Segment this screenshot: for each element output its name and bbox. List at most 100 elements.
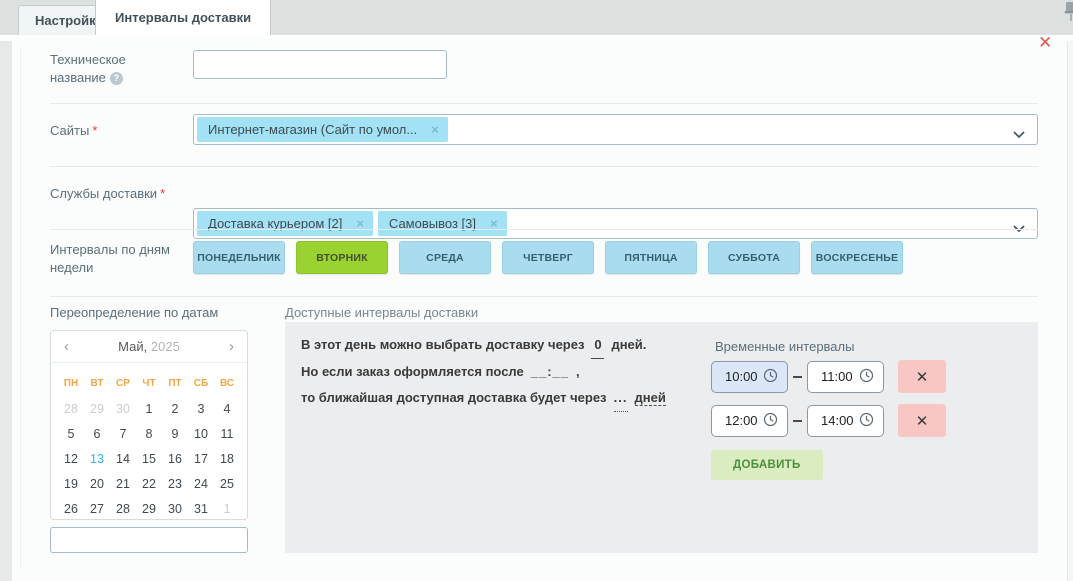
calendar-day[interactable]: 17	[188, 446, 214, 471]
calendar-day[interactable]: 8	[136, 421, 162, 446]
calendar-weekday-header: ВС	[214, 371, 240, 396]
calendar-day[interactable]: 9	[162, 421, 188, 446]
day-button-friday[interactable]: ПЯТНИЦА	[605, 241, 697, 274]
calendar-day[interactable]: 3	[188, 396, 214, 421]
override-date-input[interactable]	[50, 527, 248, 553]
interval-from-input[interactable]: 10:00	[711, 361, 788, 393]
day-button-saturday[interactable]: СУББОТА	[708, 241, 800, 274]
left-edge-strip	[0, 41, 12, 581]
calendar-year-label: 2025	[151, 339, 180, 354]
calendar-day[interactable]: 19	[58, 471, 84, 496]
calendar-day[interactable]: 23	[162, 471, 188, 496]
calendar-day[interactable]: 16	[162, 446, 188, 471]
pin-icon[interactable]	[1061, 1, 1073, 28]
time-interval-row: 10:00 11:00 ✕	[711, 360, 946, 393]
cutoff-time-editable[interactable]: __:__	[531, 359, 569, 385]
calendar-day[interactable]: 28	[58, 396, 84, 421]
delete-interval-button[interactable]: ✕	[898, 360, 946, 393]
calendar-day[interactable]: 1	[214, 496, 240, 520]
technical-name-input[interactable]	[193, 50, 447, 79]
help-icon[interactable]: ?	[110, 72, 123, 85]
time-value: 14:00	[821, 413, 854, 428]
scroll-track[interactable]	[1067, 41, 1073, 581]
calendar-day[interactable]: 29	[136, 496, 162, 520]
days-offset-editable[interactable]: 0	[591, 332, 604, 359]
calendar-day[interactable]: 30	[162, 496, 188, 520]
calendar-grid: ПН ВТ СР ЧТ ПТ СБ ВС 28 29 30 1 2 3 4 5 …	[51, 363, 247, 520]
divider	[50, 103, 1038, 104]
calendar-day[interactable]: 30	[110, 396, 136, 421]
calendar-weekday-header: ПН	[58, 371, 84, 396]
calendar-day[interactable]: 14	[110, 446, 136, 471]
tab-delivery-intervals[interactable]: Интервалы доставки	[95, 0, 271, 35]
remove-tag-icon[interactable]: ×	[431, 122, 439, 137]
calendar-day[interactable]: 20	[84, 471, 110, 496]
interval-dash	[793, 376, 802, 378]
delivery-services-label: Службы доставки*	[50, 185, 165, 203]
day-button-monday[interactable]: ПОНЕДЕЛЬНИК	[193, 241, 285, 274]
calendar-day[interactable]: 26	[58, 496, 84, 520]
day-button-sunday[interactable]: ВОСКРЕСЕНЬЕ	[811, 241, 903, 274]
calendar-day[interactable]: 10	[188, 421, 214, 446]
calendar-next-icon[interactable]: ›	[220, 339, 234, 354]
calendar-weekday-header: ЧТ	[136, 371, 162, 396]
sentence-line-1: В этот день можно выбрать доставку через…	[301, 332, 666, 359]
calendar-day[interactable]: 12	[58, 446, 84, 471]
sites-label-text: Сайты	[50, 123, 89, 138]
sentence-line-3: то ближайшая доступная доставка будет че…	[301, 385, 666, 412]
fallback-days-editable[interactable]: ...	[614, 385, 628, 412]
calendar-month-title[interactable]: Май, 2025	[78, 339, 220, 354]
sentence-text: Но если заказ оформляется после	[301, 364, 524, 379]
required-mark: *	[92, 123, 97, 138]
calendar-day[interactable]: 31	[188, 496, 214, 520]
add-interval-button[interactable]: ДОБАВИТЬ	[711, 450, 823, 480]
calendar-day[interactable]: 7	[110, 421, 136, 446]
calendar-weekday-header: СР	[110, 371, 136, 396]
calendar-day[interactable]: 25	[214, 471, 240, 496]
calendar-day[interactable]: 28	[110, 496, 136, 520]
calendar-day[interactable]: 4	[214, 396, 240, 421]
clock-icon	[763, 412, 778, 430]
calendar-day[interactable]: 27	[84, 496, 110, 520]
calendar-day[interactable]: 6	[84, 421, 110, 446]
calendar-day[interactable]: 22	[136, 471, 162, 496]
calendar-day[interactable]: 29	[84, 396, 110, 421]
weekday-buttons-row: ПОНЕДЕЛЬНИК ВТОРНИК СРЕДА ЧЕТВЕРГ ПЯТНИЦ…	[193, 241, 903, 274]
sites-multiselect[interactable]: Интернет-магазин (Сайт по умол... ×	[193, 114, 1038, 145]
site-tag: Интернет-магазин (Сайт по умол... ×	[197, 117, 448, 142]
calendar-day[interactable]: 2	[162, 396, 188, 421]
calendar-day[interactable]: 18	[214, 446, 240, 471]
interval-from-input[interactable]: 12:00	[711, 405, 788, 437]
clock-icon	[859, 368, 874, 386]
calendar-day[interactable]: 5	[58, 421, 84, 446]
calendar-day[interactable]: 1	[136, 396, 162, 421]
delivery-services-multiselect[interactable]: Доставка курьером [2] × Самовывоз [3] ×	[193, 208, 1038, 239]
days-word-link[interactable]: дней	[635, 390, 666, 406]
day-button-tuesday[interactable]: ВТОРНИК	[296, 241, 388, 274]
time-intervals-title: Временные интервалы	[715, 338, 854, 356]
delivery-rules-sentence: В этот день можно выбрать доставку через…	[301, 332, 666, 412]
calendar-weekday-header: СБ	[188, 371, 214, 396]
required-mark: *	[160, 186, 165, 201]
calendar-day-today[interactable]: 13	[84, 446, 110, 471]
calendar-prev-icon[interactable]: ‹	[64, 339, 78, 354]
time-value: 12:00	[725, 413, 758, 428]
date-override-title: Переопределение по датам	[50, 304, 218, 322]
day-button-thursday[interactable]: ЧЕТВЕРГ	[502, 241, 594, 274]
calendar-weekday-header: ВТ	[84, 371, 110, 396]
interval-to-input[interactable]: 14:00	[807, 405, 884, 437]
clock-icon	[763, 368, 778, 386]
close-icon[interactable]: ✕	[1038, 34, 1052, 51]
day-button-wednesday[interactable]: СРЕДА	[399, 241, 491, 274]
interval-to-input[interactable]: 11:00	[807, 361, 884, 393]
calendar: ‹ Май, 2025 › ПН ВТ СР ЧТ ПТ СБ ВС 28 29…	[50, 330, 248, 520]
calendar-day[interactable]: 24	[188, 471, 214, 496]
calendar-day[interactable]: 11	[214, 421, 240, 446]
divider	[50, 229, 1038, 230]
calendar-day[interactable]: 15	[136, 446, 162, 471]
service-tag: Самовывоз [3] ×	[378, 211, 507, 236]
delete-interval-button[interactable]: ✕	[898, 404, 946, 437]
available-intervals-panel: В этот день можно выбрать доставку через…	[285, 322, 1038, 553]
sentence-text: ,	[576, 364, 580, 379]
calendar-day[interactable]: 21	[110, 471, 136, 496]
